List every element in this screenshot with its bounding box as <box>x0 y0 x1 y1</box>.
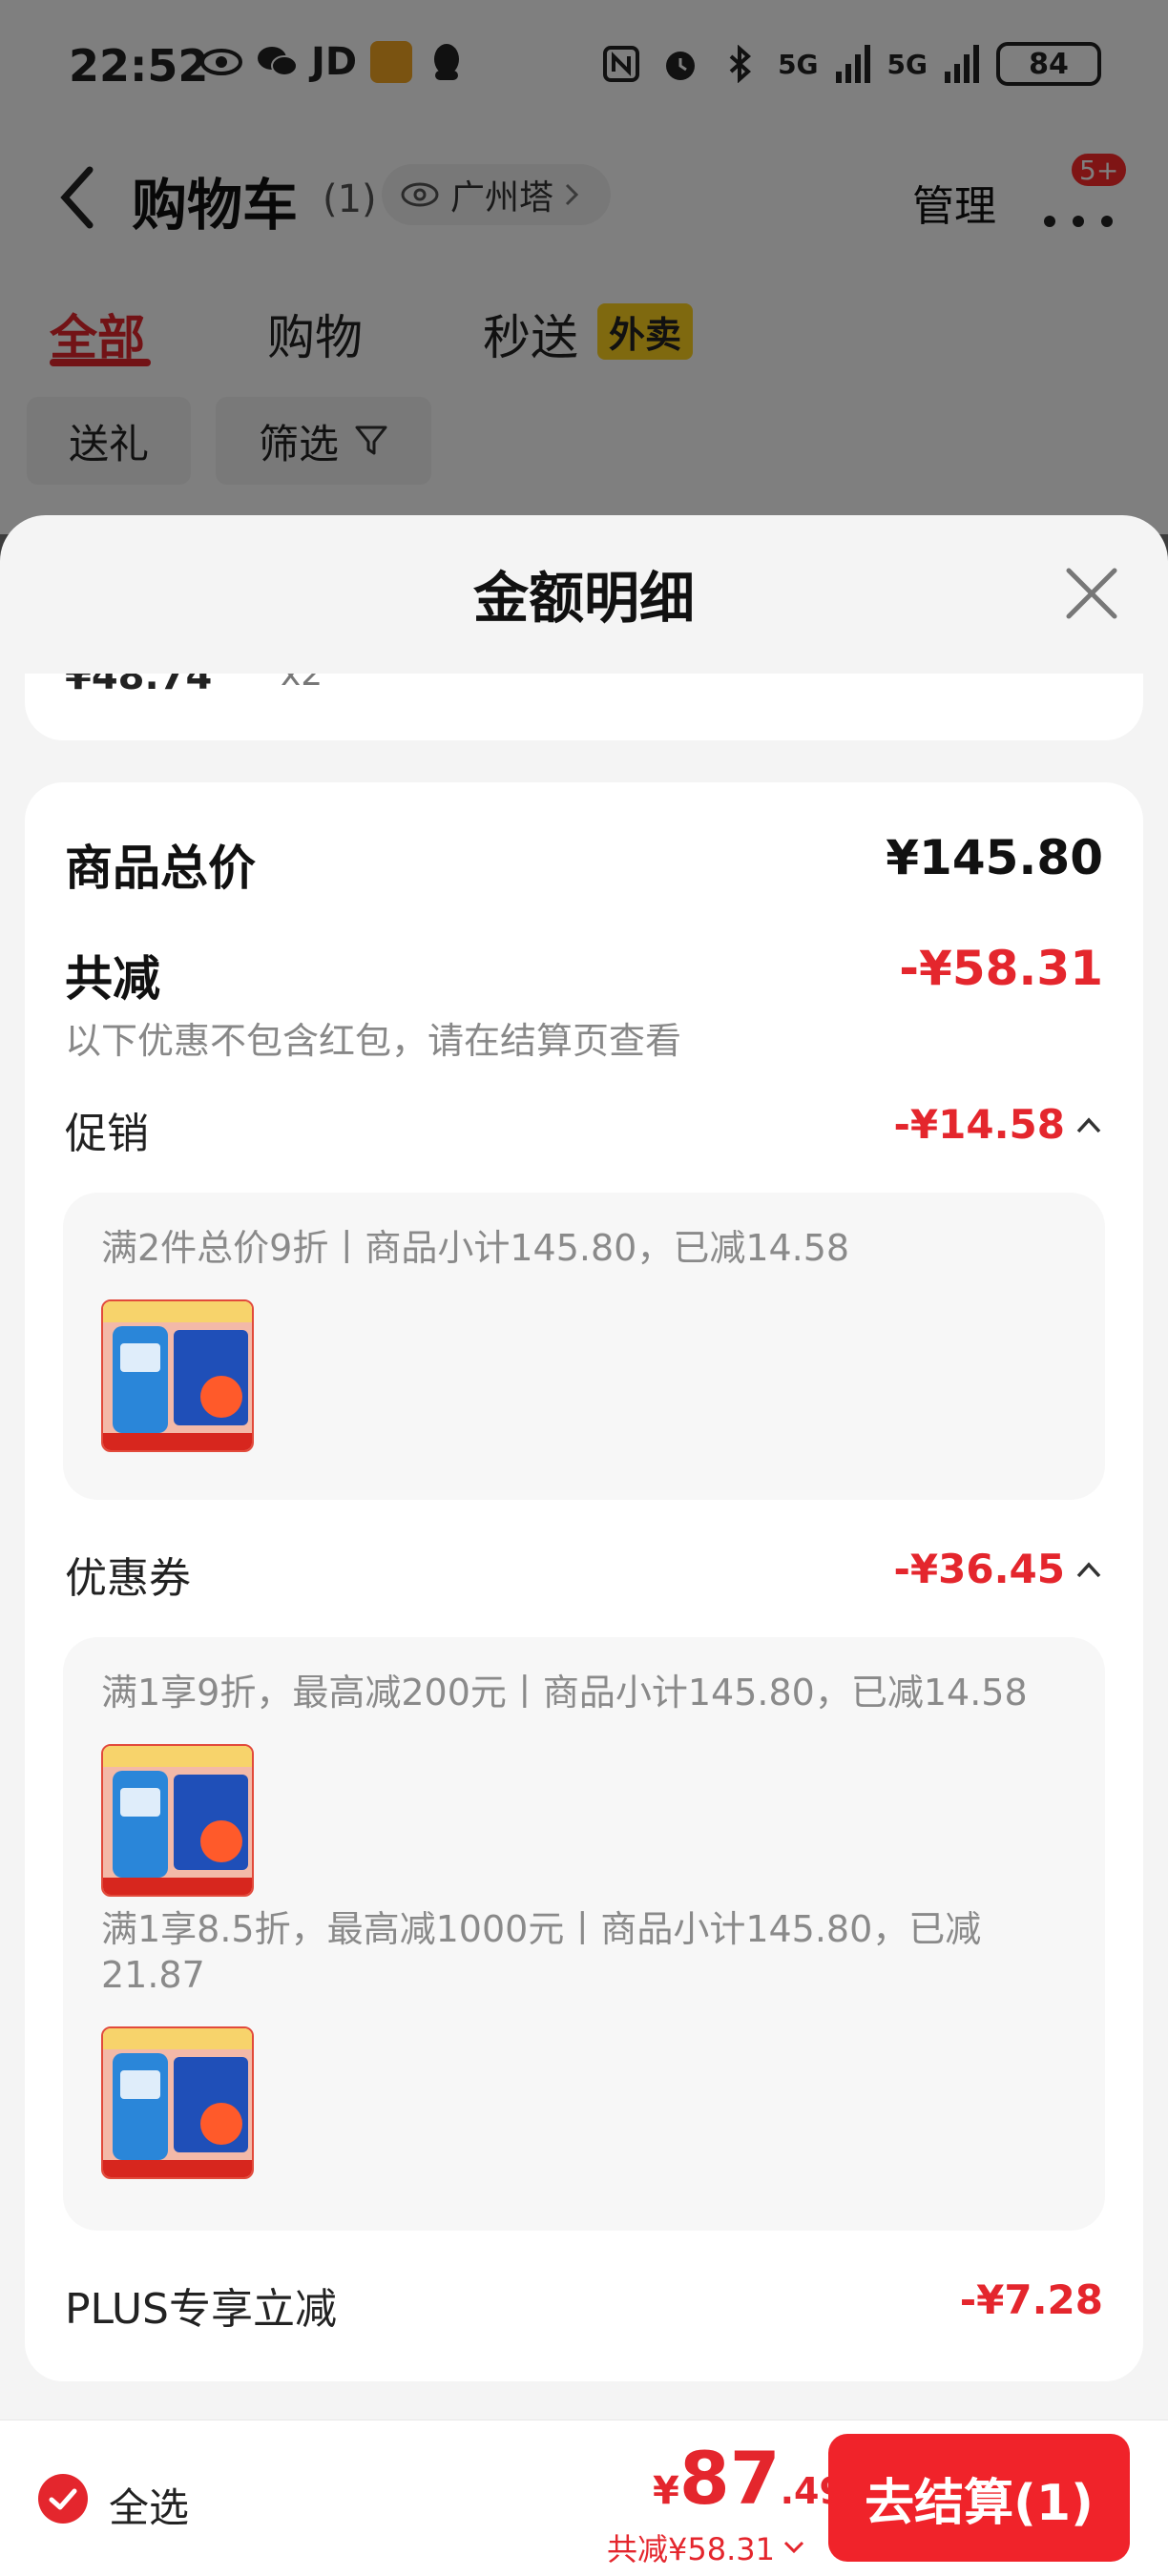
coupon-row[interactable]: 优惠券 -¥36.45 <box>65 1544 1103 1603</box>
product-card-partial: ¥48.74 x2 <box>25 674 1143 740</box>
product-price: ¥48.74 <box>65 674 213 698</box>
product-thumbnail <box>101 1299 254 1452</box>
price-integer: 87 <box>678 2436 781 2521</box>
coupon-amount-group: -¥36.45 <box>893 1546 1103 1592</box>
plus-row: PLUS专享立减 -¥7.28 <box>65 2275 1103 2334</box>
promo-label: 促销 <box>65 1110 149 1158</box>
total-price: ¥ 87 .49 <box>653 2436 845 2521</box>
select-all-label[interactable]: 全选 <box>109 2476 189 2534</box>
reduce-value: -¥58.31 <box>899 941 1103 996</box>
close-icon[interactable] <box>1061 563 1122 624</box>
promo-detail-box: 满2件总价9折丨商品小计145.80，已减14.58 <box>63 1193 1105 1500</box>
product-thumbnail <box>101 1744 254 1897</box>
promo-line: 满2件总价9折丨商品小计145.80，已减14.58 <box>101 1227 850 1269</box>
reduce-row: 共减 -¥58.31 <box>65 941 1103 1008</box>
chevron-down-icon <box>783 2541 804 2554</box>
total-row: 商品总价 ¥145.80 <box>65 830 1103 897</box>
promo-row[interactable]: 促销 -¥14.58 <box>65 1099 1103 1158</box>
reduce-label: 共减 <box>65 951 160 1007</box>
coupon-amount: -¥36.45 <box>893 1546 1065 1592</box>
plus-amount: -¥7.28 <box>959 2276 1103 2323</box>
select-all-checkbox[interactable] <box>38 2474 88 2524</box>
total-value: ¥145.80 <box>886 830 1103 885</box>
checkout-button[interactable]: 去结算(1) <box>828 2434 1130 2562</box>
coupon-detail-box: 满1享9折，最高减200元丨商品小计145.80，已减14.58 满1享8.5折… <box>63 1637 1105 2231</box>
currency-symbol: ¥ <box>653 2469 679 2513</box>
chevron-up-icon[interactable] <box>1074 1114 1103 1135</box>
product-thumbnail <box>101 2026 254 2179</box>
promo-amount-group: -¥14.58 <box>893 1101 1103 1148</box>
bottom-bar: 全选 ¥ 87 .49 共减¥58.31 去结算(1) <box>0 2420 1168 2576</box>
amount-breakdown-card: 商品总价 ¥145.80 共减 -¥58.31 以下优惠不包含红包，请在结算页查… <box>25 782 1143 2381</box>
savings-text: 共减¥58.31 <box>607 2531 775 2567</box>
total-label: 商品总价 <box>65 841 256 896</box>
chevron-up-icon[interactable] <box>1074 1559 1103 1580</box>
coupon-line-2: 满1享8.5折，最高减1000元丨商品小计145.80，已减21.87 <box>101 1908 982 1996</box>
coupon-line-1: 满1享9折，最高减200元丨商品小计145.80，已减14.58 <box>101 1672 1028 1714</box>
coupon-label: 优惠券 <box>65 1554 191 1603</box>
promo-amount: -¥14.58 <box>893 1101 1065 1148</box>
plus-label: PLUS专享立减 <box>65 2285 337 2334</box>
sheet-title: 金额明细 <box>472 566 695 631</box>
savings-toggle[interactable]: 共减¥58.31 <box>607 2525 805 2569</box>
product-quantity: x2 <box>281 674 323 694</box>
amount-detail-sheet: 金额明细 ¥48.74 x2 商品总价 ¥145.80 共减 -¥58.31 以… <box>0 515 1168 2576</box>
reduce-note: 以下优惠不包含红包，请在结算页查看 <box>65 1020 682 1062</box>
checkout-label: 去结算(1) <box>865 2474 1094 2532</box>
